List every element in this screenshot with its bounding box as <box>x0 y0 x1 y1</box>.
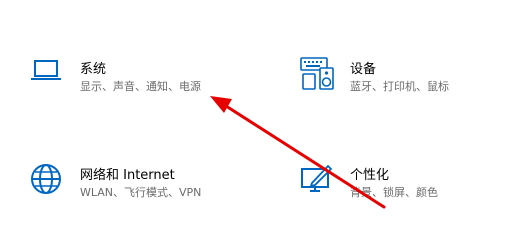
tile-devices-desc: 蓝牙、打印机、鼠标 <box>350 80 449 93</box>
keyboard-speaker-icon <box>300 57 336 93</box>
tile-devices[interactable]: 设备 蓝牙、打印机、鼠标 <box>300 57 513 117</box>
tile-system-desc: 显示、声音、通知、电源 <box>80 80 201 93</box>
tile-personalization-title: 个性化 <box>350 168 390 183</box>
tile-personalization-desc: 背景、锁屏、颜色 <box>350 186 438 199</box>
monitor-pen-icon <box>300 163 336 199</box>
tile-network[interactable]: 网络和 Internet WLAN、飞行模式、VPN <box>30 163 270 223</box>
tile-network-title: 网络和 Internet <box>80 168 175 183</box>
tile-devices-title: 设备 <box>350 62 377 77</box>
laptop-icon <box>30 57 66 93</box>
globe-icon <box>30 163 66 199</box>
tile-system-title: 系统 <box>80 62 107 77</box>
tile-system[interactable]: 系统 显示、声音、通知、电源 <box>30 57 270 117</box>
tile-personalization[interactable]: 个性化 背景、锁屏、颜色 <box>300 163 513 223</box>
tile-network-desc: WLAN、飞行模式、VPN <box>80 186 202 199</box>
